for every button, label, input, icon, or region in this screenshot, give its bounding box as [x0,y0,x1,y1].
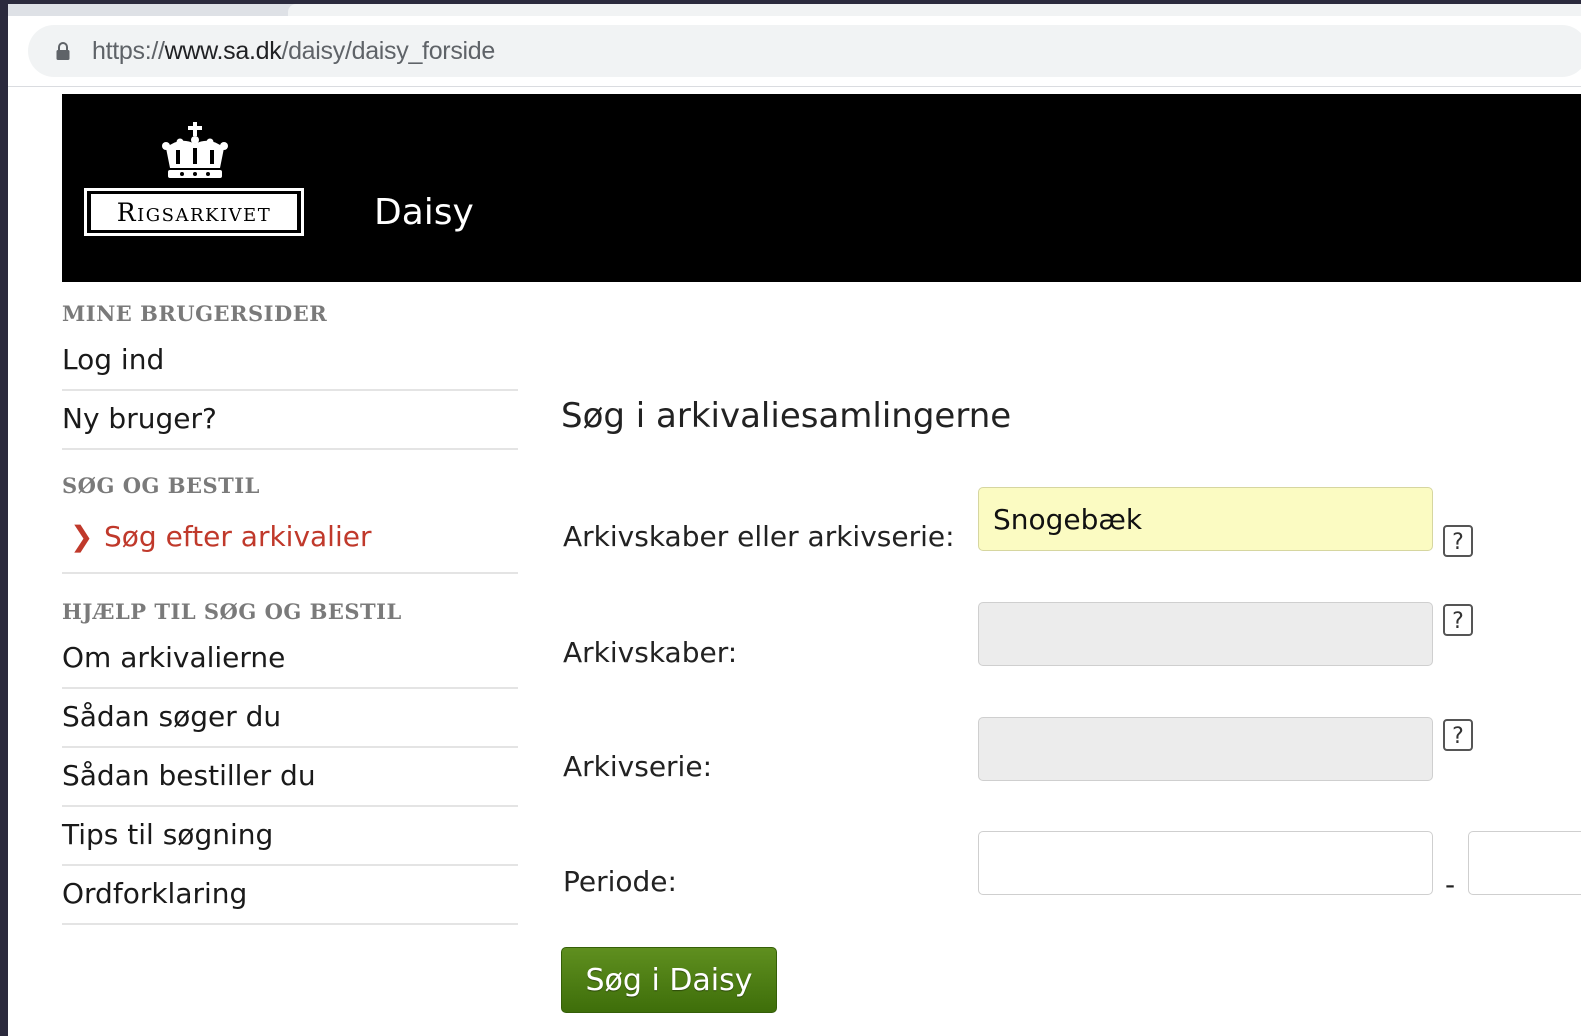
sidebar-item-saadan-soeger-du[interactable]: Sådan søger du [62,689,518,748]
label-arkivskaber: Arkivskaber: [563,636,738,669]
logo[interactable]: Rigsarkivet [84,188,304,236]
url-host: www.sa.dk [164,37,282,65]
help-icon[interactable]: ? [1443,525,1473,557]
sidebar-item-om-arkivalierne[interactable]: Om arkivalierne [62,630,518,689]
sidebar-item-ordforklaring[interactable]: Ordforklaring [62,866,518,925]
sidebar-nav: MINE BRUGERSIDER Log ind Ny bruger? SØG … [62,296,518,925]
browser-toolbar: https://www.sa.dk/daisy/daisy_forside [8,16,1581,87]
logo-wordmark: Rigsarkivet [90,193,298,231]
crown-logo-icon[interactable] [160,122,230,180]
section-heading-hjaelp: HJÆLP TIL SØG OG BESTIL [62,599,402,624]
sidebar-item-log-ind[interactable]: Log ind [62,332,518,391]
periode-to-input[interactable] [1468,831,1581,895]
page-title: Søg i arkivaliesamlingerne [561,396,1012,436]
site-title[interactable]: Daisy [374,192,474,233]
sidebar-item-saadan-bestiller-du[interactable]: Sådan bestiller du [62,748,518,807]
period-separator: - [1445,868,1456,901]
tab-strip [8,4,1581,16]
address-bar[interactable]: https://www.sa.dk/daisy/daisy_forside [28,25,1581,77]
browser-window: https://www.sa.dk/daisy/daisy_forside Ri… [8,4,1581,1036]
svg-text:?: ? [1452,724,1464,749]
arkivserie-input[interactable] [978,717,1433,781]
label-arkivserie: Arkivserie: [563,750,712,783]
label-periode: Periode: [563,865,677,898]
periode-from-input[interactable] [978,831,1433,895]
svg-text:?: ? [1452,609,1464,634]
active-tab[interactable] [288,4,1581,16]
arkivskaber-eller-arkivserie-input[interactable] [978,487,1433,551]
url-path: /daisy/daisy_forside [281,37,495,65]
sidebar-item-soeg-efter-arkivalier[interactable]: ❯ Søg efter arkivalier [62,504,518,574]
section-heading-soeg-og-bestil: SØG OG BESTIL [62,473,260,498]
svg-text:?: ? [1452,530,1464,555]
arkivskaber-input[interactable] [978,602,1433,666]
sidebar-item-ny-bruger[interactable]: Ny bruger? [62,391,518,450]
site-header: Rigsarkivet Daisy [62,94,1581,282]
sidebar-item-label: Søg efter arkivalier [104,520,372,553]
chevron-right-icon: ❯ [70,520,94,553]
url-text[interactable]: https://www.sa.dk/daisy/daisy_forside [92,37,495,66]
search-daisy-button[interactable]: Søg i Daisy [561,947,777,1013]
help-icon[interactable]: ? [1443,604,1473,636]
lock-icon[interactable] [55,41,71,61]
section-heading-mine-brugersider: MINE BRUGERSIDER [62,301,328,326]
help-icon[interactable]: ? [1443,719,1473,751]
sidebar-item-tips-til-soegning[interactable]: Tips til søgning [62,807,518,866]
label-arkivskaber-eller-arkivserie: Arkivskaber eller arkivserie: [563,520,955,553]
url-scheme: https:// [92,37,165,65]
